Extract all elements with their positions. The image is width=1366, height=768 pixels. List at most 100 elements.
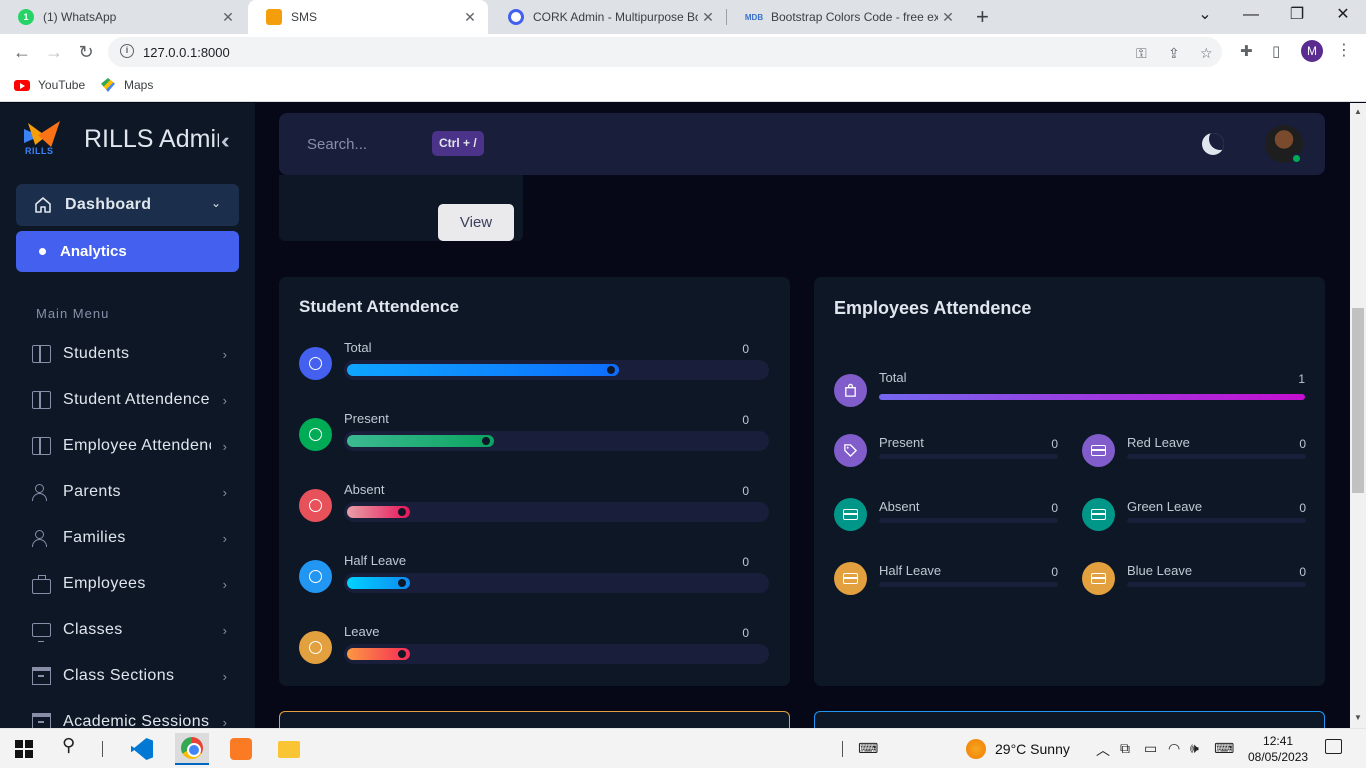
vscode-taskbar-icon[interactable] bbox=[125, 733, 159, 765]
employee-attendance-item: Red Leave 0 bbox=[1082, 434, 1306, 468]
sidebar-item-families[interactable]: Families › bbox=[32, 526, 227, 550]
row-value: 0 bbox=[742, 484, 749, 498]
weather-sun-icon[interactable] bbox=[966, 739, 986, 759]
youtube-icon bbox=[14, 79, 30, 91]
bookmark-label: YouTube bbox=[38, 78, 86, 92]
back-icon[interactable]: ← bbox=[10, 40, 34, 64]
sidebar-item-classes[interactable]: Classes › bbox=[32, 618, 227, 642]
chevron-right-icon: › bbox=[222, 438, 227, 454]
forward-icon[interactable]: → bbox=[42, 40, 66, 64]
browser-menu-icon[interactable]: ⋮ bbox=[1336, 40, 1352, 60]
search-shortcut-badge: Ctrl + / bbox=[432, 131, 484, 156]
sidebar-item-label: Parents bbox=[63, 483, 121, 500]
globe-icon bbox=[299, 560, 332, 593]
sidebar-item-label: Student Attendence bbox=[63, 391, 210, 408]
sidebar-item-students[interactable]: Students › bbox=[32, 342, 227, 366]
windows-taskbar: ⚲ ⌨ 29°C Sunny ︿ ⧉ ▭ ◠ 🕪 ⌨ 12:41 08/05/2… bbox=[0, 728, 1366, 768]
progress-track bbox=[344, 360, 769, 380]
total-progress-fill bbox=[879, 394, 1305, 400]
sidebar-item-label: Families bbox=[63, 529, 126, 546]
bookmark-maps[interactable]: Maps bbox=[101, 78, 153, 92]
file-explorer-taskbar-icon[interactable] bbox=[272, 733, 306, 765]
item-label: Green Leave bbox=[1127, 499, 1203, 514]
bookmark-label: Maps bbox=[124, 78, 154, 92]
sidebar-item-student-attendence[interactable]: Student Attendence › bbox=[32, 388, 227, 412]
close-icon[interactable]: ✕ bbox=[218, 9, 238, 26]
touch-keyboard-icon[interactable]: ⌨ bbox=[1214, 740, 1234, 757]
employee-attendance-item: Green Leave 0 bbox=[1082, 498, 1306, 532]
battery-icon[interactable]: ▭ bbox=[1144, 740, 1157, 757]
reload-icon[interactable]: ↻ bbox=[74, 40, 98, 64]
mdb-icon: MDB bbox=[744, 12, 764, 22]
sidebar-item-employee-attendence[interactable]: Employee Attendence › bbox=[32, 434, 227, 458]
moon-icon[interactable] bbox=[1202, 133, 1224, 155]
meet-now-icon[interactable]: ⧉ bbox=[1120, 740, 1130, 757]
sidebar-item-dashboard[interactable]: Dashboard ⌄ bbox=[16, 184, 239, 226]
close-icon[interactable]: ✕ bbox=[698, 9, 718, 26]
chevron-down-icon: ⌄ bbox=[210, 196, 221, 210]
xampp-taskbar-icon[interactable] bbox=[224, 733, 258, 765]
progress-track bbox=[344, 502, 769, 522]
chevron-right-icon: › bbox=[222, 392, 227, 408]
close-window-button[interactable]: ✕ bbox=[1320, 0, 1366, 34]
users-icon bbox=[32, 529, 51, 547]
progress-track bbox=[344, 644, 769, 664]
tab-cork-admin[interactable]: CORK Admin - Multipurpose Boo ✕ bbox=[490, 0, 726, 34]
minimize-button[interactable]: — bbox=[1228, 0, 1274, 34]
view-button[interactable]: View bbox=[438, 204, 514, 241]
scroll-up-icon[interactable]: ▲ bbox=[1354, 107, 1362, 116]
chevron-up-icon[interactable]: ︿ bbox=[1096, 740, 1110, 760]
side-panel-icon[interactable]: ▯ bbox=[1272, 42, 1280, 60]
close-icon[interactable]: ✕ bbox=[460, 9, 480, 26]
book-icon bbox=[32, 345, 51, 363]
new-tab-button[interactable]: + bbox=[976, 4, 989, 30]
system-clock[interactable]: 12:41 08/05/2023 bbox=[1248, 733, 1308, 765]
progress-fill bbox=[347, 506, 410, 518]
weather-text[interactable]: 29°C Sunny bbox=[995, 741, 1070, 757]
bookmark-youtube[interactable]: YouTube bbox=[14, 78, 85, 92]
share-icon[interactable]: ⇪ bbox=[1168, 45, 1180, 62]
sidebar-subitem-analytics[interactable]: Analytics bbox=[16, 231, 239, 272]
volume-icon[interactable]: 🕪 bbox=[1190, 740, 1199, 757]
item-label: Blue Leave bbox=[1127, 563, 1193, 578]
page-scrollbar[interactable]: ▲ ▼ bbox=[1350, 103, 1366, 728]
tab-whatsapp[interactable]: 1 (1) WhatsApp ✕ bbox=[0, 0, 246, 34]
sidebar-item-parents[interactable]: Parents › bbox=[32, 480, 227, 504]
close-icon[interactable]: ✕ bbox=[938, 9, 958, 26]
tray-divider bbox=[842, 741, 843, 757]
collapse-sidebar-icon[interactable]: ‹‹ bbox=[221, 128, 229, 154]
tab-search-icon[interactable]: ⌄ bbox=[1182, 0, 1228, 34]
sidebar-item-class-sections[interactable]: Class Sections › bbox=[32, 664, 227, 688]
chevron-right-icon: › bbox=[222, 714, 227, 729]
home-icon bbox=[35, 197, 51, 213]
tag-icon bbox=[834, 434, 867, 467]
archive-icon bbox=[32, 667, 51, 685]
keyboard-icon[interactable]: ⌨ bbox=[858, 740, 878, 757]
scrollbar-thumb[interactable] bbox=[1352, 308, 1364, 493]
brand[interactable]: RILLS RILLS Admin bbox=[22, 119, 219, 159]
clock-time: 12:41 bbox=[1263, 734, 1294, 748]
row-label: Present bbox=[344, 411, 389, 426]
profile-avatar[interactable]: M bbox=[1301, 40, 1323, 62]
monitor-icon bbox=[32, 623, 51, 642]
notification-icon[interactable] bbox=[1325, 739, 1342, 754]
site-info-icon[interactable]: i bbox=[120, 44, 134, 58]
row-value: 0 bbox=[742, 555, 749, 569]
windows-start-icon[interactable] bbox=[15, 740, 33, 758]
tab-sms[interactable]: SMS ✕ bbox=[248, 0, 488, 34]
restore-button[interactable]: ❐ bbox=[1274, 0, 1320, 34]
sidebar: RILLS RILLS Admin ‹‹ Dashboard ⌄ Analyti… bbox=[0, 103, 255, 728]
star-icon[interactable]: ☆ bbox=[1200, 45, 1213, 62]
top-header: Search... Ctrl + / bbox=[279, 113, 1325, 175]
sidebar-item-academic-sessions[interactable]: Academic Sessions › bbox=[32, 710, 227, 728]
chrome-taskbar-icon[interactable] bbox=[175, 733, 209, 765]
scroll-down-icon[interactable]: ▼ bbox=[1354, 713, 1362, 722]
key-icon[interactable]: ⚿ bbox=[1136, 45, 1147, 62]
tab-bootstrap-colors[interactable]: MDB Bootstrap Colors Code - free exa ✕ bbox=[728, 0, 966, 34]
url-input[interactable]: i 127.0.0.1:8000 ⚿ ⇪ ☆ bbox=[108, 37, 1222, 67]
search-icon[interactable]: ⚲ bbox=[62, 735, 75, 759]
search-input[interactable]: Search... bbox=[307, 136, 367, 153]
extensions-icon[interactable]: ✚ bbox=[1240, 42, 1253, 60]
wifi-icon[interactable]: ◠ bbox=[1168, 740, 1180, 757]
sidebar-item-employees[interactable]: Employees › bbox=[32, 572, 227, 596]
